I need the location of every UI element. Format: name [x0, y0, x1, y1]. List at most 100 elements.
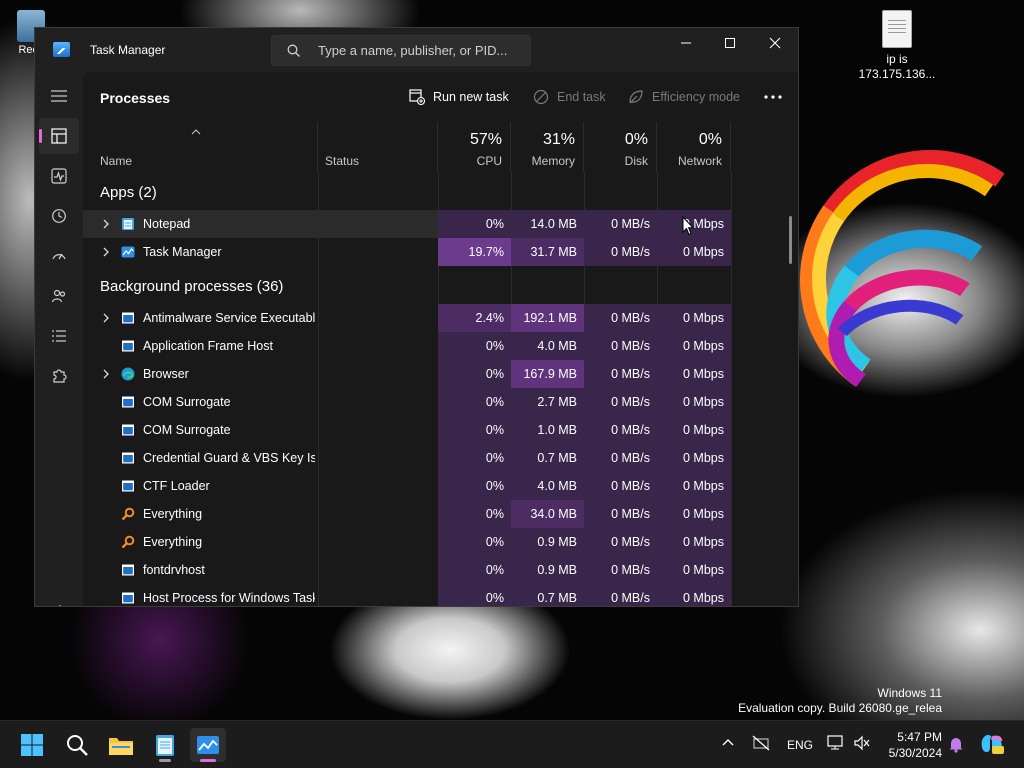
nav-users[interactable] [39, 278, 79, 314]
clock-date: 5/30/2024 [888, 746, 942, 760]
taskbar-search-button[interactable] [59, 728, 95, 762]
nav-details[interactable] [39, 318, 79, 354]
process-cpu: 0% [438, 388, 511, 416]
search-box[interactable] [271, 35, 531, 66]
expand-chevron-icon[interactable] [101, 218, 111, 230]
mouse-pointer-icon [682, 216, 694, 236]
process-memory: 0.7 MB [511, 584, 584, 606]
process-memory: 1.0 MB [511, 416, 584, 444]
column-status-label: Status [325, 154, 360, 168]
process-row[interactable]: Everything 0% 34.0 MB 0 MB/s 0 Mbps [83, 500, 731, 528]
nav-startup-apps[interactable] [39, 238, 79, 274]
process-name: CTF Loader [143, 479, 210, 493]
process-network: 0 Mbps [657, 416, 731, 444]
desktop-file-shortcut[interactable]: ip is 173.175.136... [855, 10, 939, 82]
hamburger-icon [51, 90, 67, 102]
process-row[interactable]: Notepad 0% 14.0 MB 0 MB/s 0 Mbps [83, 210, 731, 238]
column-header-disk[interactable]: 0% Disk [584, 122, 657, 172]
process-network: 0 Mbps [657, 238, 731, 266]
process-cpu: 0% [438, 444, 511, 472]
maximize-button[interactable] [707, 28, 753, 58]
column-header-network[interactable]: 0% Network [657, 122, 731, 172]
speaker-muted-icon [854, 735, 870, 751]
process-cpu: 0% [438, 500, 511, 528]
column-name-label: Name [100, 154, 133, 168]
process-name: Host Process for Windows Tasks [143, 591, 315, 605]
app-window-icon [121, 339, 135, 353]
process-network: 0 Mbps [657, 210, 731, 238]
process-memory: 34.0 MB [511, 500, 584, 528]
nav-settings[interactable] [39, 594, 79, 606]
column-cpu-label: CPU [476, 154, 502, 168]
expand-chevron-icon[interactable] [101, 246, 111, 258]
process-row[interactable]: Credential Guard & VBS Key Is... 0% 0.7 MB… [83, 444, 731, 472]
folder-icon [109, 738, 133, 755]
network-disconnected-icon [752, 735, 770, 751]
column-disk-label: Disk [624, 154, 648, 168]
more-options-button[interactable] [761, 86, 785, 108]
process-row[interactable]: Everything 0% 0.9 MB 0 MB/s 0 Mbps [83, 528, 731, 556]
running-indicator [159, 759, 171, 762]
settings-gear-icon [56, 605, 62, 606]
process-network: 0 Mbps [657, 528, 731, 556]
process-network: 0 Mbps [657, 584, 731, 606]
expand-chevron-icon[interactable] [101, 368, 111, 380]
end-task-icon [533, 89, 549, 105]
column-header-cpu[interactable]: 57% CPU [438, 122, 511, 172]
process-row[interactable]: Browser 0% 167.9 MB 0 MB/s 0 Mbps [83, 360, 731, 388]
nav-app-history[interactable] [39, 198, 79, 234]
volume-button[interactable] [853, 735, 871, 754]
process-row[interactable]: fontdrvhost 0% 0.9 MB 0 MB/s 0 Mbps [83, 556, 731, 584]
process-row[interactable]: Application Frame Host 0% 4.0 MB 0 MB/s 0 Mb… [83, 332, 731, 360]
process-row[interactable]: Task Manager 19.7% 31.7 MB 0 MB/s 0 Mbps [83, 238, 731, 266]
watermark-line-2: Evaluation copy. Build 26080.ge_relea [738, 701, 942, 715]
title-bar[interactable]: Task Manager [35, 28, 798, 72]
show-hidden-icons-button[interactable] [722, 736, 734, 750]
clock-time: 5:47 PM [897, 730, 942, 744]
process-row[interactable]: Antimalware Service Executable 2.4% 192.1 … [83, 304, 731, 332]
hamburger-menu-button[interactable] [39, 78, 79, 114]
system-clock[interactable]: 5:47 PM 5/30/2024 [880, 729, 942, 761]
start-button[interactable] [14, 728, 50, 762]
copilot-icon [981, 734, 1004, 754]
process-cpu: 0% [438, 210, 511, 238]
taskbar-notepad[interactable] [147, 728, 183, 762]
efficiency-mode-button[interactable]: Efficiency mode [628, 86, 740, 108]
column-header-memory[interactable]: 31% Memory [511, 122, 584, 172]
run-new-task-button[interactable]: Run new task [409, 86, 509, 108]
network-status-button[interactable] [752, 735, 770, 754]
nav-services[interactable] [39, 358, 79, 394]
column-header-name[interactable]: Name [83, 122, 318, 172]
expand-chevron-icon[interactable] [101, 312, 111, 324]
processes-page: Processes Run new task End task Efficien… [83, 72, 798, 606]
language-indicator[interactable]: ENG [787, 738, 813, 752]
process-row[interactable]: CTF Loader 0% 4.0 MB 0 MB/s 0 Mbps [83, 472, 731, 500]
page-title: Processes [100, 90, 171, 106]
process-row[interactable]: COM Surrogate 0% 2.7 MB 0 MB/s 0 Mbps [83, 388, 731, 416]
active-indicator [200, 759, 216, 762]
taskbar-task-manager[interactable] [190, 728, 226, 762]
remote-desktop-tray[interactable] [827, 735, 845, 754]
search-input[interactable] [318, 36, 523, 65]
nav-processes[interactable] [39, 118, 79, 154]
column-header-status[interactable]: Status [318, 122, 438, 172]
task-manager-icon [121, 245, 135, 259]
end-task-button[interactable]: End task [533, 86, 606, 108]
nav-performance[interactable] [39, 158, 79, 194]
minimize-button[interactable] [663, 28, 709, 58]
process-row[interactable]: COM Surrogate 0% 1.0 MB 0 MB/s 0 Mbps [83, 416, 731, 444]
process-name: Credential Guard & VBS Key Is... [143, 451, 315, 465]
notifications-button[interactable] [948, 735, 964, 756]
desktop-file-label-line2: 173.175.136... [858, 67, 936, 81]
desktop-file-label-line1: ip is [886, 52, 908, 66]
app-window-icon [121, 395, 135, 409]
process-disk: 0 MB/s [584, 556, 657, 584]
process-row[interactable]: Host Process for Windows Tasks 0% 0.7 MB 0 … [83, 584, 731, 606]
close-button[interactable] [752, 28, 798, 58]
copilot-button[interactable] [980, 732, 1004, 759]
process-network: 0 Mbps [657, 304, 731, 332]
processes-icon [51, 128, 67, 144]
taskbar-file-explorer[interactable] [103, 728, 139, 762]
evaluation-watermark: Windows 11 Evaluation copy. Build 26080.… [738, 686, 942, 716]
vertical-scrollbar[interactable] [789, 216, 792, 264]
